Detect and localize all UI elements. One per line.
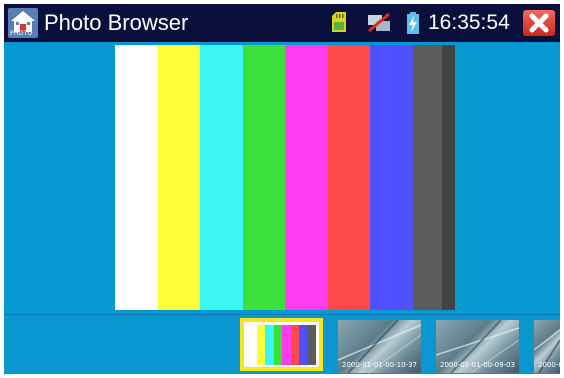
color-bar	[157, 45, 200, 310]
thumbnail[interactable]: 2000-01-01-00-09-03	[436, 320, 519, 373]
color-bar	[285, 45, 328, 310]
color-bar	[248, 325, 257, 365]
clock: 16:35:54	[428, 11, 510, 34]
sd-card-icon	[332, 12, 346, 37]
color-bar	[307, 325, 316, 365]
thumbnail[interactable]: 2000-01-01-00-10-37	[338, 320, 421, 373]
color-bar	[242, 45, 285, 310]
close-button[interactable]	[523, 10, 555, 36]
color-bar	[115, 45, 158, 310]
home-icon[interactable]: PHOTO	[8, 8, 38, 38]
color-bar	[299, 325, 308, 365]
app-title: Photo Browser	[44, 10, 189, 35]
app-icon-tag: PHOTO	[10, 30, 33, 37]
photo-viewer[interactable]	[4, 42, 560, 314]
battery-charging-icon	[406, 12, 420, 39]
color-bar	[200, 45, 243, 310]
title-bar: PHOTO Photo Browser 16:35:54	[4, 4, 560, 42]
color-bar	[327, 45, 370, 310]
device-screen: PHOTO Photo Browser 16:35:54 2000-01-01-…	[4, 4, 560, 374]
color-bar	[256, 325, 265, 365]
color-bar	[290, 325, 299, 365]
thumbnail-label: 2000-01-01-00-09-03	[440, 361, 515, 369]
color-bar	[282, 325, 291, 365]
thumbnail[interactable]: 2000-01	[534, 320, 560, 373]
thumbnail-label: 2000-01-01-00-10-37	[342, 361, 417, 369]
color-bar	[265, 325, 274, 365]
color-bar	[370, 45, 413, 310]
thumbnail-label: 2000-01	[538, 361, 560, 369]
color-bars-image	[115, 45, 455, 310]
network-disconnected-icon	[366, 12, 392, 38]
thumbnail-strip[interactable]: 2000-01-01-00-10-37 2000-01-01-00-09-03 …	[4, 314, 560, 374]
color-bar	[273, 325, 282, 365]
close-icon	[529, 13, 549, 33]
thumbnail-color-bars	[248, 325, 316, 365]
color-bar-edge	[442, 45, 455, 310]
thumbnail-selected[interactable]	[240, 318, 323, 371]
